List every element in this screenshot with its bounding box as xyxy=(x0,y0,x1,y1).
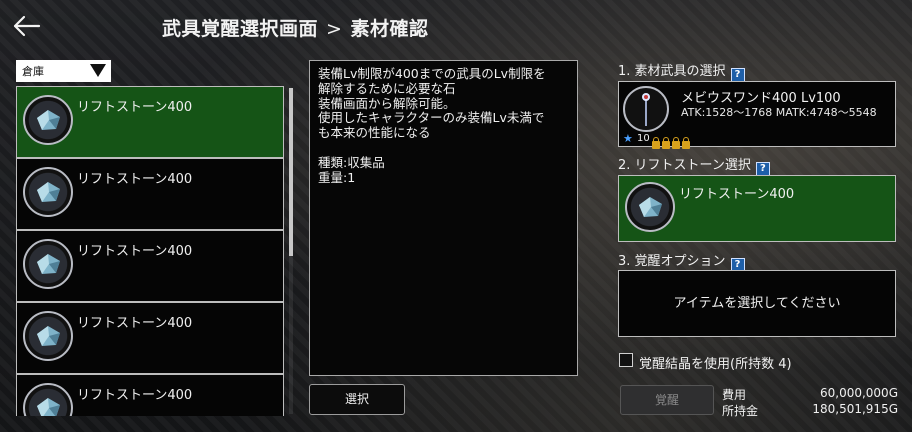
wand-icon xyxy=(623,86,669,132)
rift-stone-icon xyxy=(625,182,675,232)
lock-icon xyxy=(662,137,670,149)
rift-stone-icon xyxy=(23,239,73,289)
title-separator: > xyxy=(326,18,343,40)
item-name: リフトストーン400 xyxy=(77,100,193,115)
title-main: 武具覚醒選択画面 xyxy=(162,18,319,40)
cost-value: 60,000,000G xyxy=(819,386,898,400)
lock-icon xyxy=(672,137,680,149)
section-label: 1. 素材武具の選択 xyxy=(618,64,726,79)
list-item[interactable]: リフトストーン400 xyxy=(16,230,284,302)
section-material-weapon: 1. 素材武具の選択? xyxy=(618,60,745,82)
section-label: 3. 覚醒オプション xyxy=(618,254,726,269)
item-description-panel: 装備Lv制限が400までの武具のLv制限を 解除するために必要な石 装備画面から… xyxy=(309,60,578,376)
description-line: も本来の性能になる xyxy=(318,125,431,141)
rift-stone-name: リフトストーン400 xyxy=(679,187,795,202)
list-item[interactable]: リフトストーン400 xyxy=(16,86,284,158)
star-icon: ★ xyxy=(623,132,633,145)
lock-icon xyxy=(682,137,690,149)
section-rift-stone: 2. リフトストーン選択? xyxy=(618,154,770,176)
storage-dropdown-value: 倉庫 xyxy=(22,65,44,78)
description-line: 使用したキャラクターのみ装備Lv未満で xyxy=(318,110,545,126)
page-title: 武具覚醒選択画面 > 素材確認 xyxy=(162,14,428,41)
top-bar: 武具覚醒選択画面 > 素材確認 xyxy=(0,0,912,52)
money-row: 所持金 180,501,915G xyxy=(722,402,898,419)
item-name: リフトストーン400 xyxy=(77,388,193,403)
description-line: 解除するために必要な石 xyxy=(318,80,456,96)
section-awaken-option: 3. 覚醒オプション? xyxy=(618,250,745,272)
section-label: 2. リフトストーン選択 xyxy=(618,158,751,173)
storage-dropdown[interactable]: 倉庫 xyxy=(16,60,111,82)
title-sub: 素材確認 xyxy=(350,18,429,40)
list-item[interactable]: リフトストーン400 xyxy=(16,302,284,374)
item-name: リフトストーン400 xyxy=(77,316,193,331)
dropdown-triangle-icon xyxy=(90,64,106,77)
rift-stone-icon xyxy=(23,95,73,145)
star-count: 10 xyxy=(637,133,650,144)
rift-stone-icon xyxy=(23,167,73,217)
list-scrollbar-thumb[interactable] xyxy=(289,88,293,256)
money-label: 所持金 xyxy=(722,404,759,418)
description-line: 装備Lv制限が400までの武具のLv制限を xyxy=(318,66,546,81)
list-item[interactable]: リフトストーン400 xyxy=(16,158,284,230)
item-weight: 重量:1 xyxy=(318,169,356,185)
weapon-stats: ATK:1528～1768 MATK:4748～5548 xyxy=(681,106,877,119)
money-value: 180,501,915G xyxy=(812,402,898,416)
description-line: 装備画面から解除可能。 xyxy=(318,95,456,111)
awaken-option-box[interactable]: アイテムを選択してください xyxy=(618,270,896,337)
item-name: リフトストーン400 xyxy=(77,172,193,187)
item-type: 種類:収集品 xyxy=(318,154,385,170)
lock-icon xyxy=(652,137,660,149)
list-item[interactable]: リフトストーン400 xyxy=(16,374,284,416)
cost-row: 費用 60,000,000G xyxy=(722,386,898,403)
awaken-button[interactable]: 覚醒 xyxy=(620,385,714,415)
cost-label: 費用 xyxy=(722,388,747,402)
item-name: リフトストーン400 xyxy=(77,244,193,259)
rift-stone-icon xyxy=(23,311,73,361)
use-crystal-label[interactable]: 覚醒結晶を使用(所持数 4) xyxy=(639,353,792,372)
help-icon[interactable]: ? xyxy=(755,162,770,176)
material-weapon-slot[interactable]: メビウスワンド400 Lv100 ATK:1528～1768 MATK:4748… xyxy=(618,81,896,149)
back-arrow-icon[interactable] xyxy=(10,10,42,42)
help-icon[interactable]: ? xyxy=(730,68,745,82)
lock-icons xyxy=(652,134,692,153)
rift-stone-slot[interactable]: リフトストーン400 xyxy=(618,175,896,242)
rift-stone-icon xyxy=(23,383,73,416)
select-button[interactable]: 選択 xyxy=(309,384,405,415)
item-list[interactable]: リフトストーン400 リフトストーン400 リフトストーン400 リフトストーン… xyxy=(16,86,286,416)
use-crystal-checkbox[interactable] xyxy=(619,353,633,367)
